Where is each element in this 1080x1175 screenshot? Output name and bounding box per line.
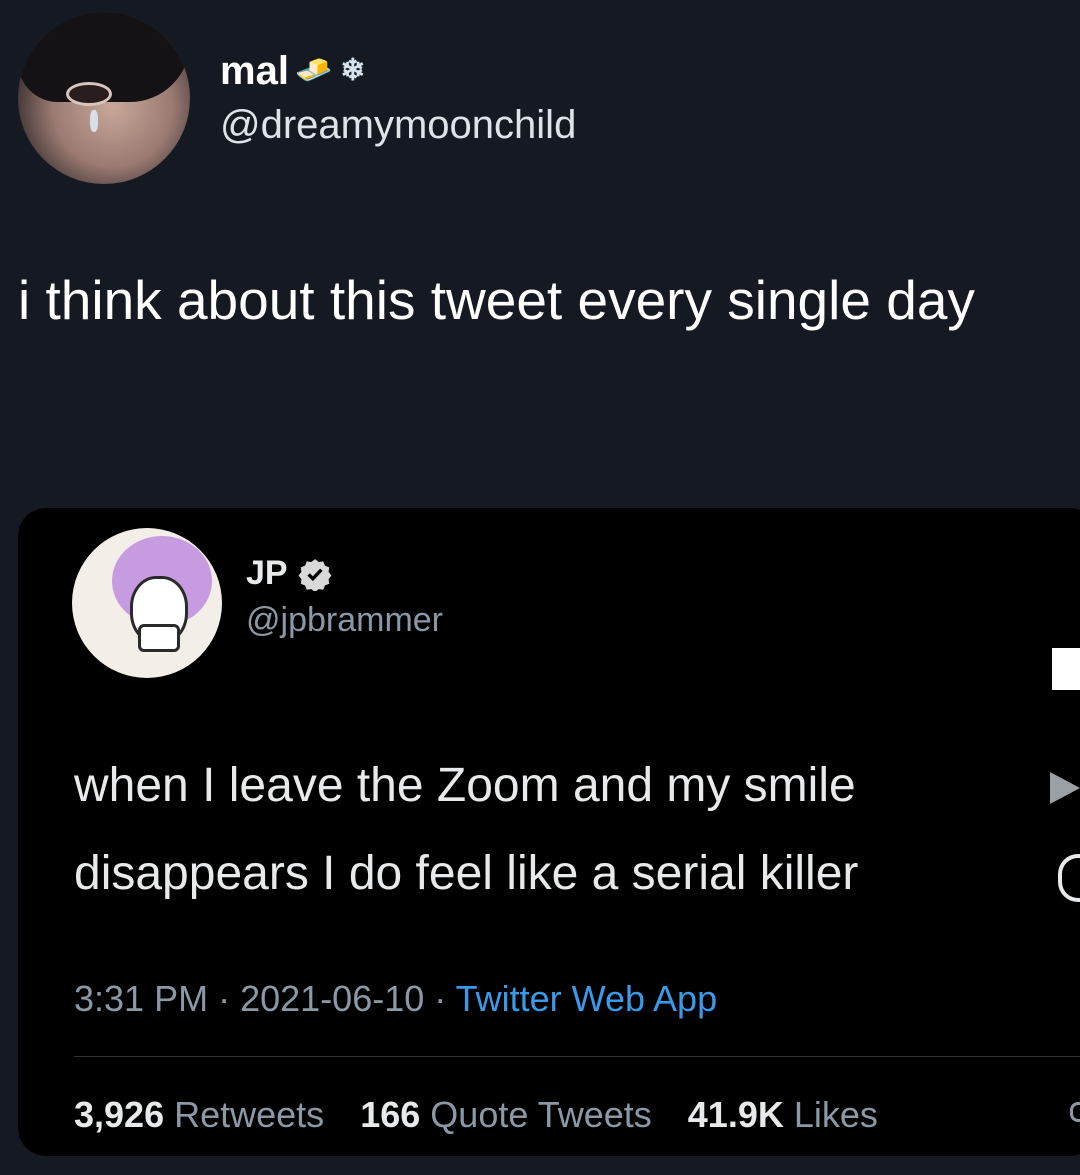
outer-tweet-text: i think about this tweet every single da… xyxy=(18,269,975,331)
outer-user-info: mal 🧈 ❄ @dreamymoonchild xyxy=(220,49,576,148)
quoted-tweet-card[interactable]: JP @jpbrammer when I leave the Zoom and … xyxy=(18,508,1080,1156)
cropped-edge-element xyxy=(1052,648,1080,690)
tweet-meta: 3:31 PM · 2021-06-10 · Twitter Web App xyxy=(74,978,717,1020)
quoted-avatar[interactable] xyxy=(72,528,222,678)
meta-separator: · xyxy=(434,978,447,1019)
cropped-edge-shape xyxy=(1070,1102,1080,1122)
quoted-tweet-text: when I leave the Zoom and my smile disap… xyxy=(74,759,859,900)
quoted-tweet-header: JP @jpbrammer xyxy=(72,528,443,678)
outer-avatar[interactable] xyxy=(18,12,190,184)
meta-separator: · xyxy=(218,978,231,1019)
cropped-edge-arrow xyxy=(1050,772,1080,804)
tweet-date[interactable]: 2021-06-10 xyxy=(240,978,424,1019)
outer-tweet-header: mal 🧈 ❄ @dreamymoonchild xyxy=(18,12,576,184)
quoted-user-info: JP @jpbrammer xyxy=(246,554,443,640)
quoted-handle[interactable]: @jpbrammer xyxy=(246,601,443,640)
likes-stat[interactable]: 41.9K Likes xyxy=(688,1094,878,1135)
retweets-stat[interactable]: 3,926 Retweets xyxy=(74,1094,324,1135)
snowflake-emoji: ❄ xyxy=(340,53,366,87)
divider xyxy=(74,1056,1080,1057)
quoted-display-name[interactable]: JP xyxy=(246,554,443,593)
quote-tweets-stat[interactable]: 166 Quote Tweets xyxy=(360,1094,652,1135)
outer-display-name[interactable]: mal 🧈 ❄ xyxy=(220,49,576,93)
source-app-link[interactable]: Twitter Web App xyxy=(456,978,717,1019)
verified-badge-icon xyxy=(298,558,332,591)
tweet-time[interactable]: 3:31 PM xyxy=(74,978,208,1019)
tweet-stats: 3,926 Retweets 166 Quote Tweets 41.9K Li… xyxy=(74,1094,878,1136)
butter-emoji: 🧈 xyxy=(294,53,333,87)
outer-handle[interactable]: @dreamymoonchild xyxy=(220,103,576,148)
